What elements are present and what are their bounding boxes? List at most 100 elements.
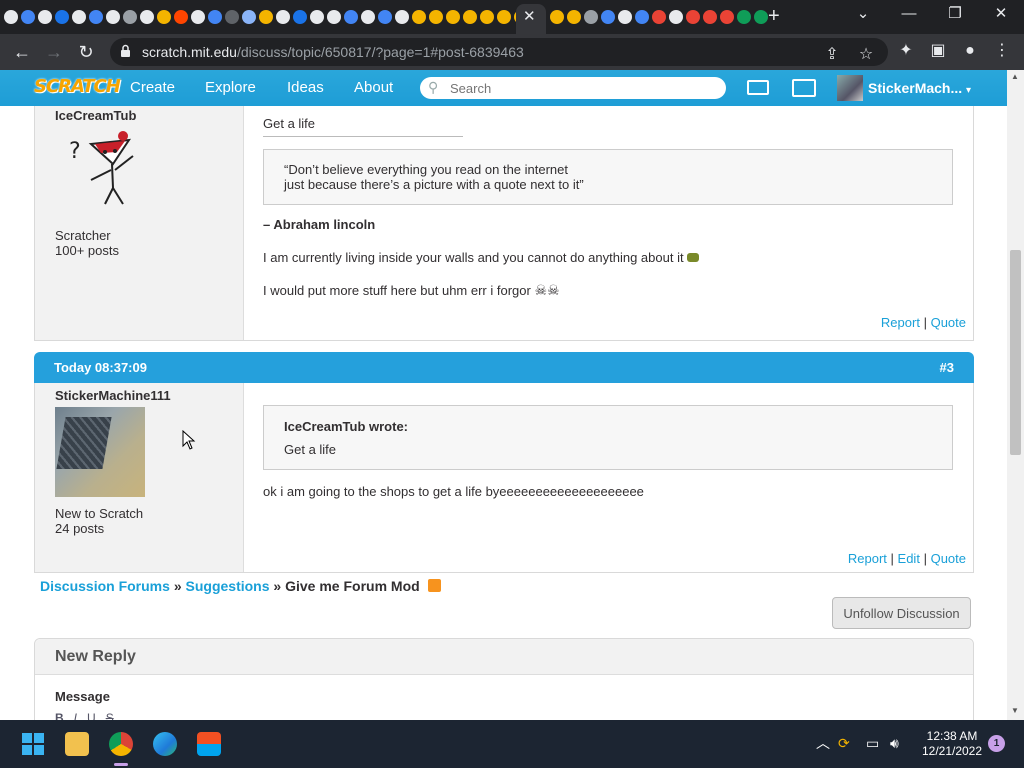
search-input[interactable] — [450, 79, 710, 97]
file-explorer-icon[interactable] — [65, 732, 89, 756]
user-avatar[interactable] — [837, 75, 863, 101]
username-menu[interactable]: StickerMach... ▾ — [868, 80, 971, 99]
tab-favicon[interactable] — [652, 10, 666, 24]
tab-favicon[interactable] — [754, 10, 768, 24]
close-window-button[interactable]: ✕ — [986, 4, 1016, 24]
tab-favicon[interactable] — [242, 10, 256, 24]
tab-favicon[interactable] — [55, 10, 69, 24]
rss-icon[interactable] — [427, 579, 441, 592]
tab-favicon[interactable] — [21, 10, 35, 24]
tab-favicon[interactable] — [737, 10, 751, 24]
tab-favicon[interactable] — [72, 10, 86, 24]
post-author[interactable]: StickerMachine111 — [55, 388, 171, 403]
tab-favicon[interactable] — [686, 10, 700, 24]
tab-favicon[interactable] — [497, 10, 511, 24]
tab-favicon[interactable] — [584, 10, 598, 24]
profile-icon[interactable]: ● — [960, 42, 980, 60]
scroll-thumb[interactable] — [1010, 250, 1021, 455]
tab-favicon[interactable] — [140, 10, 154, 24]
extensions-icon[interactable]: ✦ — [896, 42, 916, 60]
tab-favicon[interactable] — [669, 10, 683, 24]
tab-favicon[interactable] — [720, 10, 734, 24]
maximize-button[interactable]: ❐ — [940, 4, 970, 24]
breadcrumb-category[interactable]: Suggestions — [186, 578, 270, 594]
new-tab-button[interactable]: + — [768, 5, 780, 27]
scroll-down-icon[interactable]: ▼ — [1011, 706, 1019, 715]
tab-favicons[interactable] — [4, 8, 528, 26]
scratch-logo[interactable]: SCRATCH — [34, 76, 121, 100]
tab-favicon[interactable] — [429, 10, 443, 24]
tab-favicon[interactable] — [191, 10, 205, 24]
tab-favicon[interactable] — [310, 10, 324, 24]
post-number[interactable]: #3 — [940, 360, 954, 375]
show-hidden-icons[interactable]: ︿ — [816, 735, 830, 751]
share-icon[interactable]: ⇪ — [822, 46, 842, 64]
edge-icon[interactable] — [153, 732, 177, 756]
side-panel-icon[interactable]: ▣ — [928, 42, 948, 60]
author-avatar[interactable] — [55, 407, 145, 497]
forward-button[interactable]: → — [42, 41, 66, 63]
notification-badge[interactable]: 1 — [988, 735, 1005, 752]
close-tab-icon[interactable]: ✕ — [523, 8, 536, 26]
underline-button[interactable]: U — [87, 711, 96, 720]
tab-favicon[interactable] — [225, 10, 239, 24]
tab-favicon[interactable] — [174, 10, 188, 24]
tab-favicon[interactable] — [463, 10, 477, 24]
italic-button[interactable]: I — [74, 711, 77, 720]
author-avatar[interactable]: ? — [67, 126, 149, 208]
menu-icon[interactable]: ⋮ — [992, 42, 1012, 60]
post-timestamp[interactable]: Today 08:37:09 — [54, 360, 147, 375]
tab-favicon[interactable] — [601, 10, 615, 24]
unfollow-discussion-button[interactable]: Unfollow Discussion — [832, 597, 971, 629]
tab-favicon[interactable] — [208, 10, 222, 24]
tab-favicon[interactable] — [412, 10, 426, 24]
tab-favicon[interactable] — [344, 10, 358, 24]
network-icon[interactable]: ▭ — [866, 735, 879, 751]
quote-link[interactable]: Quote — [931, 315, 966, 330]
address-bar[interactable]: scratch.mit.edu/discuss/topic/650817/?pa… — [110, 38, 888, 66]
nav-create[interactable]: Create — [130, 79, 175, 97]
page-scrollbar[interactable]: ▲ ▼ — [1007, 70, 1024, 720]
tab-favicon[interactable] — [618, 10, 632, 24]
tab-favicons[interactable] — [550, 8, 768, 26]
tab-favicon[interactable] — [276, 10, 290, 24]
reload-button[interactable]: ↻ — [74, 41, 98, 63]
tab-favicon[interactable] — [361, 10, 375, 24]
tab-favicon[interactable] — [550, 10, 564, 24]
bookmark-star-icon[interactable]: ☆ — [856, 46, 876, 64]
tab-favicon[interactable] — [635, 10, 649, 24]
minimize-button[interactable]: — — [894, 4, 924, 24]
tab-favicon[interactable] — [106, 10, 120, 24]
nav-about[interactable]: About — [354, 79, 393, 97]
tab-favicon[interactable] — [378, 10, 392, 24]
tab-search-icon[interactable]: ⌄ — [848, 4, 878, 24]
sync-icon[interactable]: ⟳ — [838, 735, 850, 751]
tab-favicon[interactable] — [4, 10, 18, 24]
bold-button[interactable]: B — [55, 711, 64, 720]
tab-favicon[interactable] — [89, 10, 103, 24]
tab-favicon[interactable] — [123, 10, 137, 24]
tab-favicon[interactable] — [293, 10, 307, 24]
quote-link[interactable]: Quote — [931, 551, 966, 566]
tab-favicon[interactable] — [327, 10, 341, 24]
report-link[interactable]: Report — [881, 315, 920, 330]
strike-button[interactable]: S — [106, 711, 114, 720]
tab-favicon[interactable] — [480, 10, 494, 24]
my-stuff-icon[interactable] — [792, 79, 816, 97]
tab-favicon[interactable] — [157, 10, 171, 24]
tab-favicon[interactable] — [38, 10, 52, 24]
tab-favicon[interactable] — [259, 10, 273, 24]
tab-favicon[interactable] — [567, 10, 581, 24]
chrome-icon[interactable] — [109, 732, 133, 756]
post-author[interactable]: IceCreamTub — [55, 108, 136, 123]
report-link[interactable]: Report — [848, 551, 887, 566]
nav-ideas[interactable]: Ideas — [287, 79, 324, 97]
system-clock[interactable]: 12:38 AM 12/21/2022 — [918, 729, 986, 759]
messages-icon[interactable] — [747, 80, 769, 95]
nav-explore[interactable]: Explore — [205, 79, 256, 97]
tab-favicon[interactable] — [703, 10, 717, 24]
volume-icon[interactable]: 🔊︎ — [890, 735, 899, 751]
scroll-up-icon[interactable]: ▲ — [1011, 72, 1019, 81]
tab-favicon[interactable] — [446, 10, 460, 24]
edit-link[interactable]: Edit — [898, 551, 920, 566]
